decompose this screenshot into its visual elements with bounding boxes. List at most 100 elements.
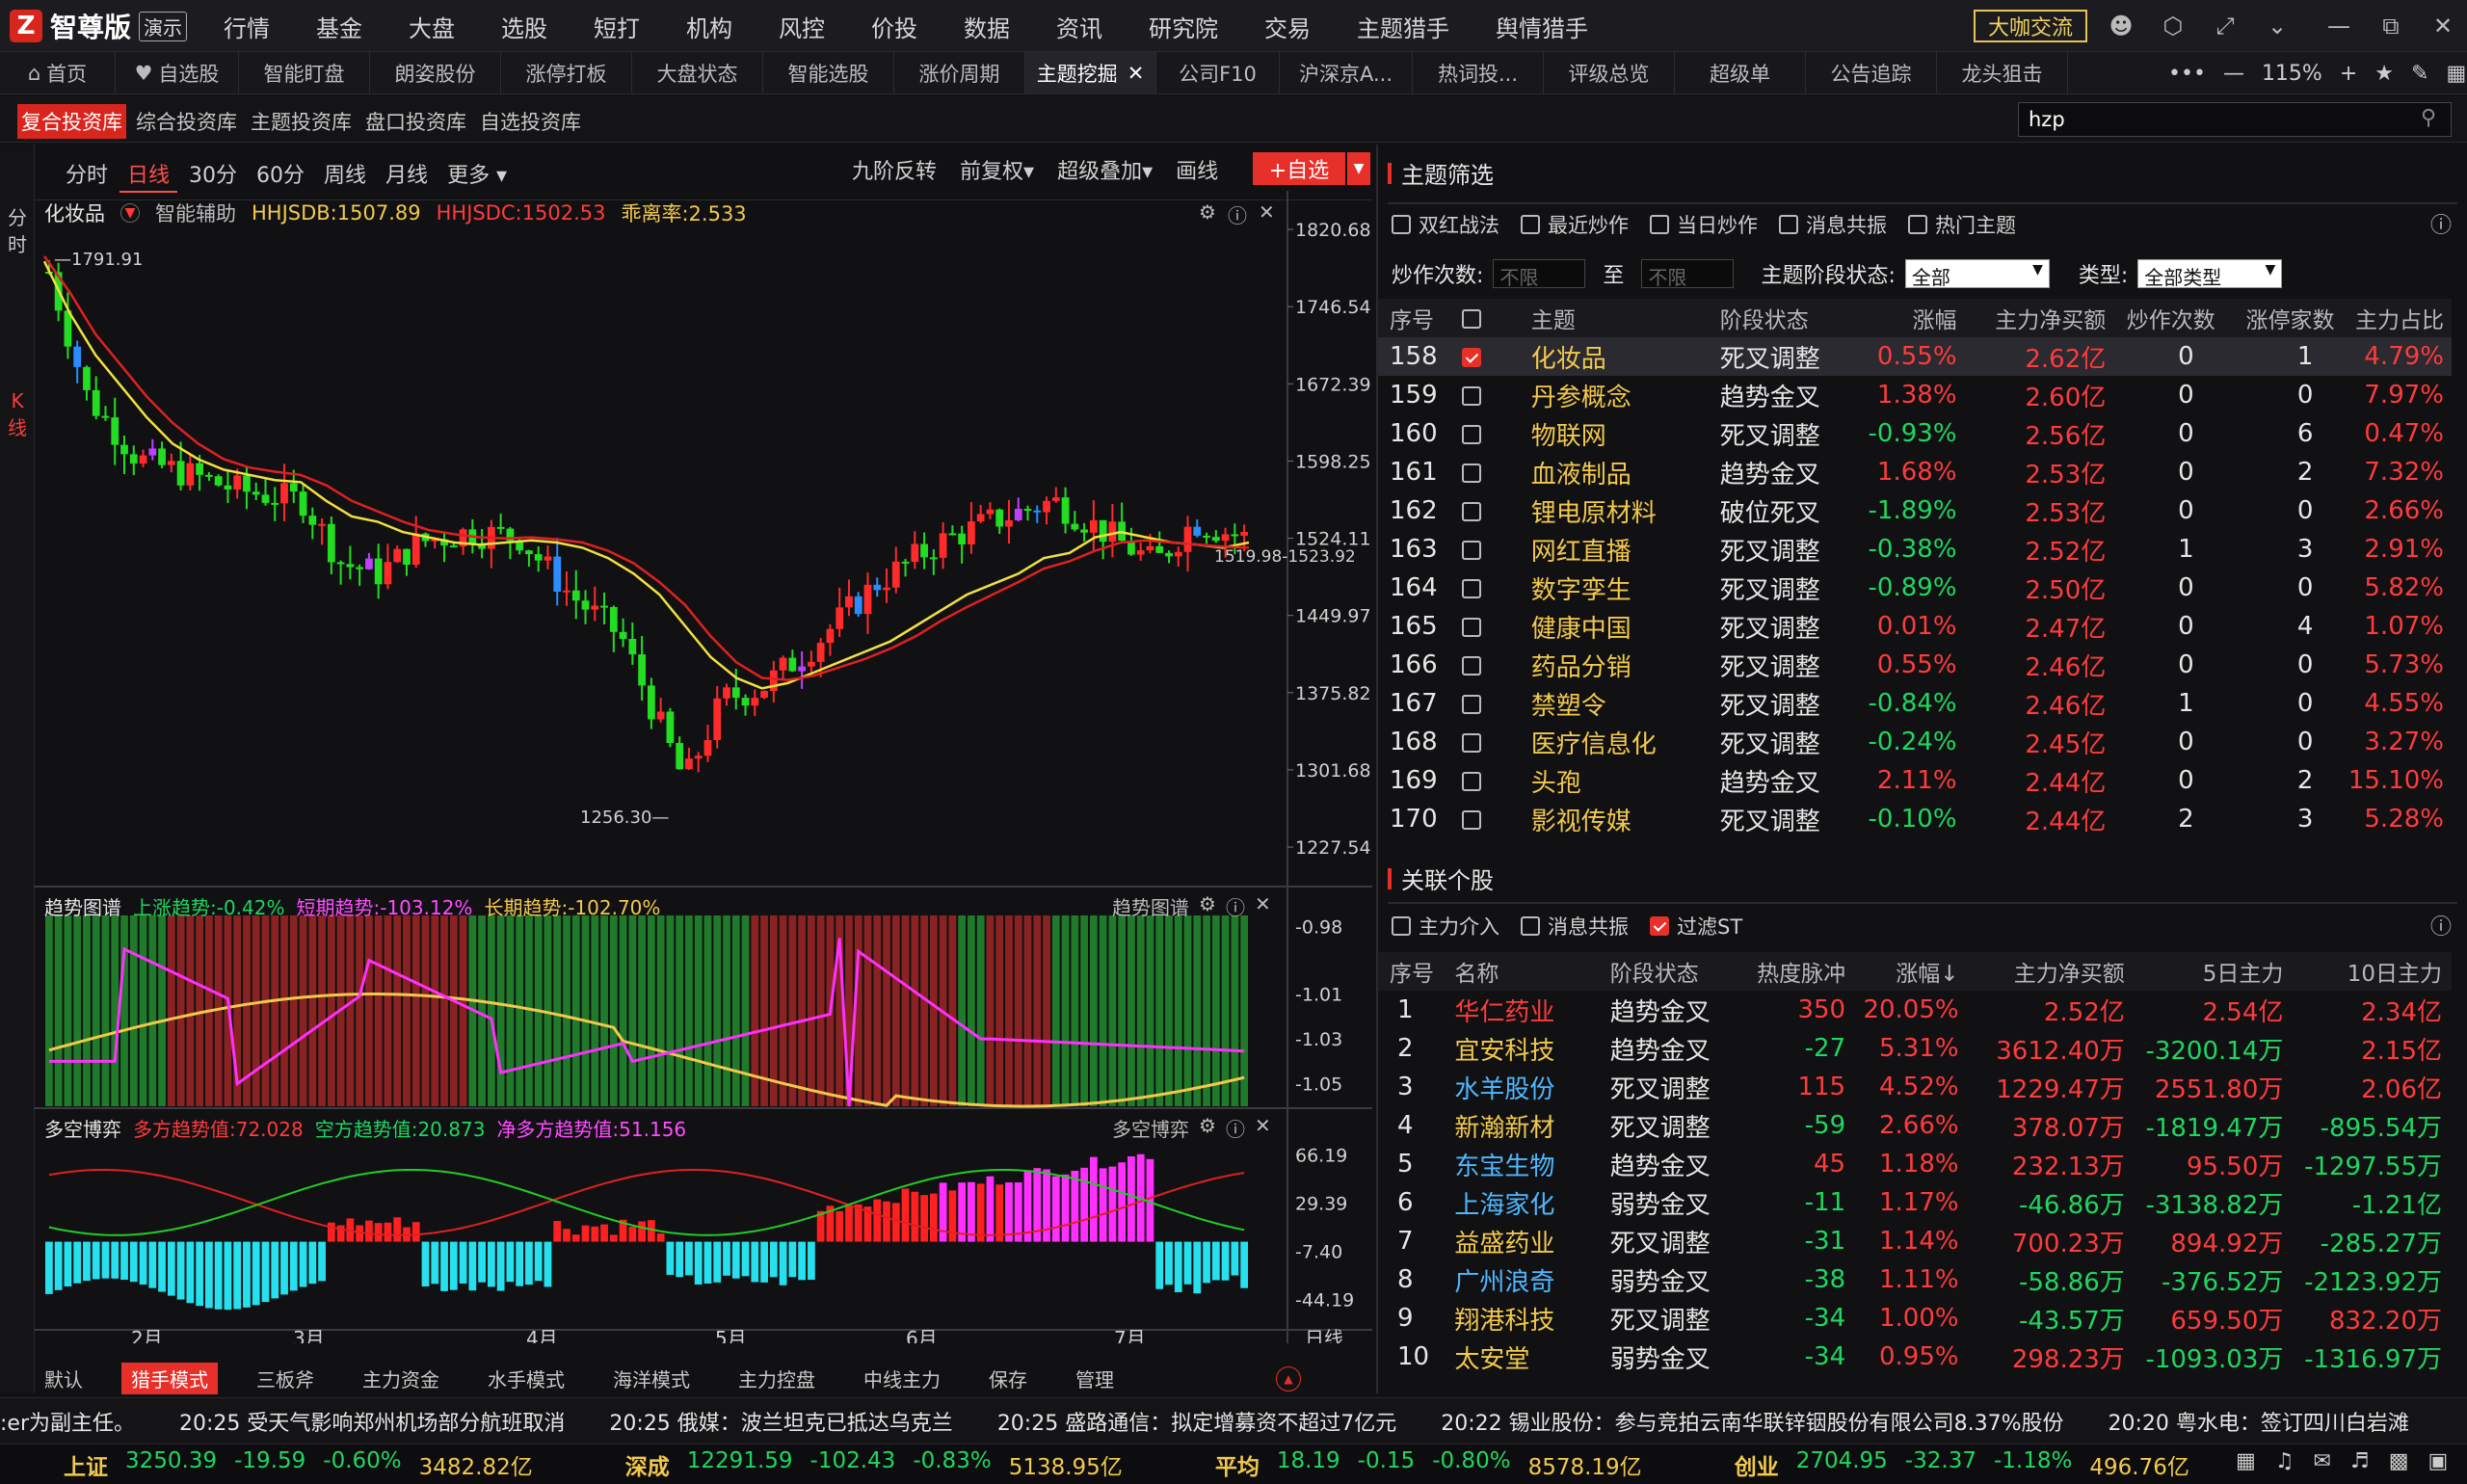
menu-item[interactable]: 基金	[293, 10, 385, 43]
period-tab[interactable]: 月线	[378, 156, 436, 193]
select-all-checkbox[interactable]	[1461, 308, 1481, 329]
menu-item[interactable]: 数据	[941, 10, 1033, 43]
period-tab[interactable]: 日线	[119, 156, 178, 193]
library-tab[interactable]: 盘口投资库	[361, 104, 470, 139]
zoom-out-icon[interactable]: —	[2223, 62, 2244, 86]
tab-item[interactable]: 龙头狙击	[1937, 51, 2068, 94]
filter-checkbox[interactable]: 主力介入	[1392, 912, 1499, 941]
calendar-icon[interactable]: ▦	[2236, 1449, 2256, 1473]
help-icon[interactable]: ⓘ	[2430, 208, 2452, 239]
mode-tab[interactable]: 保存	[979, 1363, 1037, 1394]
news-item[interactable]: :er为副主任。	[0, 1406, 135, 1437]
coffee-chat-button[interactable]: 大咖交流	[1974, 10, 2087, 42]
theme-name[interactable]: 网红直播	[1527, 530, 1716, 569]
tab-item[interactable]: ⌂ 首页	[0, 51, 116, 94]
row-checkbox[interactable]	[1461, 655, 1481, 676]
chart-tool[interactable]: 九阶反转	[852, 154, 937, 185]
menu-item[interactable]: 短打	[570, 10, 663, 43]
search-input[interactable]	[2018, 102, 2452, 137]
search-icon[interactable]: ⚲	[2421, 106, 2436, 130]
theme-name[interactable]: 头孢	[1527, 761, 1716, 800]
max-count-input[interactable]: 不限	[1641, 259, 1735, 289]
row-checkbox[interactable]	[1461, 771, 1481, 791]
menu-item[interactable]: 主题猎手	[1334, 10, 1472, 43]
row-checkbox[interactable]	[1461, 501, 1481, 521]
news-item[interactable]: 20:22 锡业股份：参与竞拍云南华联锌铟股份有限公司8.37%股份	[1441, 1406, 2063, 1437]
stock-name[interactable]: 华仁药业	[1450, 991, 1605, 1029]
tab-item[interactable]: 朗姿股份	[370, 51, 501, 94]
row-checkbox[interactable]	[1461, 809, 1481, 830]
table-row[interactable]: 3 水羊股份 死叉调整 115 4.52% 1229.47万 2551.80万 2.06亿	[1378, 1068, 2452, 1106]
stock-name[interactable]: 上海家化	[1450, 1183, 1605, 1222]
stock-name[interactable]: 水羊股份	[1450, 1068, 1605, 1106]
library-tab[interactable]: 复合投资库	[17, 104, 126, 139]
theme-name[interactable]: 血液制品	[1527, 453, 1716, 491]
menu-item[interactable]: 交易	[1241, 10, 1334, 43]
checkbox-icon[interactable]	[1650, 215, 1669, 234]
add-watchlist-dropdown[interactable]: ▼	[1347, 152, 1370, 185]
tab-item[interactable]: 涨停打板	[501, 51, 632, 94]
index-quote[interactable]: 创业 2704.95 -32.37 -1.18% 496.76亿	[1735, 1448, 2189, 1481]
index-quote[interactable]: 平均 18.19 -0.15 -0.80% 8578.19亿	[1215, 1448, 1642, 1481]
minimize-icon[interactable]: —	[2324, 12, 2353, 40]
menu-item[interactable]: 资讯	[1033, 10, 1126, 43]
grid-icon[interactable]: ▩	[2389, 1449, 2409, 1473]
kline-label[interactable]: K线	[6, 387, 29, 441]
checkbox-icon[interactable]	[1392, 916, 1411, 936]
tab-item[interactable]: 智能盯盘	[239, 51, 370, 94]
column-header[interactable]: 10日主力	[2293, 952, 2452, 991]
table-row[interactable]: 166 药品分销 死叉调整 0.55% 2.46亿 0 0 5.73%	[1378, 646, 2452, 684]
kline-chart[interactable]: 1820.681746.541672.391598.251524.111449.…	[35, 191, 1372, 1343]
table-row[interactable]: 2 宜安科技 趋势金叉 -27 5.31% 3612.40万 -3200.14万 2.15亿	[1378, 1029, 2452, 1068]
row-checkbox[interactable]	[1461, 732, 1481, 753]
type-select[interactable]: 全部类型 ▼	[2137, 259, 2283, 289]
table-row[interactable]: 168 医疗信息化 死叉调整 -0.24% 2.45亿 0 0 3.27%	[1378, 723, 2452, 761]
column-header[interactable]	[1457, 299, 1527, 337]
stock-name[interactable]: 东宝生物	[1450, 1145, 1605, 1183]
menu-item[interactable]: 风控	[756, 10, 848, 43]
min-count-input[interactable]: 不限	[1493, 259, 1586, 289]
table-row[interactable]: 5 东宝生物 趋势金叉 45 1.18% 232.13万 95.50万 -1297.55万	[1378, 1145, 2452, 1183]
theme-name[interactable]: 锂电原材料	[1527, 491, 1716, 530]
row-checkbox-cell[interactable]	[1458, 530, 1527, 569]
row-checkbox-cell[interactable]	[1458, 761, 1527, 800]
row-checkbox-cell[interactable]	[1458, 491, 1527, 530]
row-checkbox-cell[interactable]	[1458, 607, 1527, 646]
table-row[interactable]: 1 华仁药业 趋势金叉 350 20.05% 2.52亿 2.54亿 2.34亿	[1378, 991, 2452, 1029]
stock-name[interactable]: 益盛药业	[1450, 1222, 1605, 1260]
speaker-icon[interactable]: ♫	[2275, 1449, 2295, 1473]
row-checkbox-cell[interactable]	[1458, 723, 1527, 761]
column-header[interactable]: 炒作次数	[2113, 299, 2223, 337]
intraday-label[interactable]: 分时	[6, 204, 29, 258]
column-header[interactable]: 热度脉冲	[1740, 952, 1856, 991]
checkbox-icon[interactable]	[1779, 215, 1798, 234]
news-item[interactable]: 20:25 受天气影响郑州机场部分航班取消	[179, 1406, 565, 1437]
row-checkbox[interactable]	[1461, 578, 1481, 598]
message-icon[interactable]: ✉	[2314, 1449, 2331, 1473]
tab-item[interactable]: 主题挖掘 ✕	[1025, 51, 1156, 94]
table-row[interactable]: 9 翔港科技 死叉调整 -34 1.00% -43.57万 659.50万 832.20万	[1378, 1299, 2452, 1338]
menu-item[interactable]: 机构	[663, 10, 756, 43]
pen-icon[interactable]: ✎	[2411, 62, 2428, 86]
checkbox-icon[interactable]	[1392, 215, 1411, 234]
row-checkbox[interactable]	[1461, 694, 1481, 714]
close-tab-icon[interactable]: ✕	[1127, 62, 1145, 85]
period-tab[interactable]: 更多 ▾	[439, 156, 515, 193]
close-icon[interactable]: ✕	[1255, 892, 1271, 920]
filter-checkbox[interactable]: 最近炒作	[1521, 210, 1629, 239]
mode-tab[interactable]: 主力资金	[353, 1363, 449, 1394]
zoom-in-icon[interactable]: +	[2340, 62, 2357, 86]
column-header[interactable]: 主力净买额	[1968, 952, 2135, 991]
table-row[interactable]: 162 锂电原材料 破位死叉 -1.89% 2.53亿 0 0 2.66%	[1378, 491, 2452, 530]
table-row[interactable]: 170 影视传媒 死叉调整 -0.10% 2.44亿 2 3 5.28%	[1378, 800, 2452, 838]
theme-name[interactable]: 物联网	[1527, 414, 1716, 453]
stock-name[interactable]: 新瀚新材	[1450, 1106, 1605, 1145]
mode-tab[interactable]: 海洋模式	[603, 1363, 700, 1394]
menu-item[interactable]: 价投	[848, 10, 941, 43]
mode-tab[interactable]: 主力控盘	[729, 1363, 825, 1394]
layout-icon[interactable]: ▦	[2446, 62, 2466, 86]
column-header[interactable]: 名称	[1450, 952, 1606, 991]
row-checkbox-cell[interactable]	[1458, 800, 1527, 838]
tab-item[interactable]: 超级单	[1675, 51, 1806, 94]
sound-icon[interactable]: ♬	[2350, 1449, 2370, 1473]
